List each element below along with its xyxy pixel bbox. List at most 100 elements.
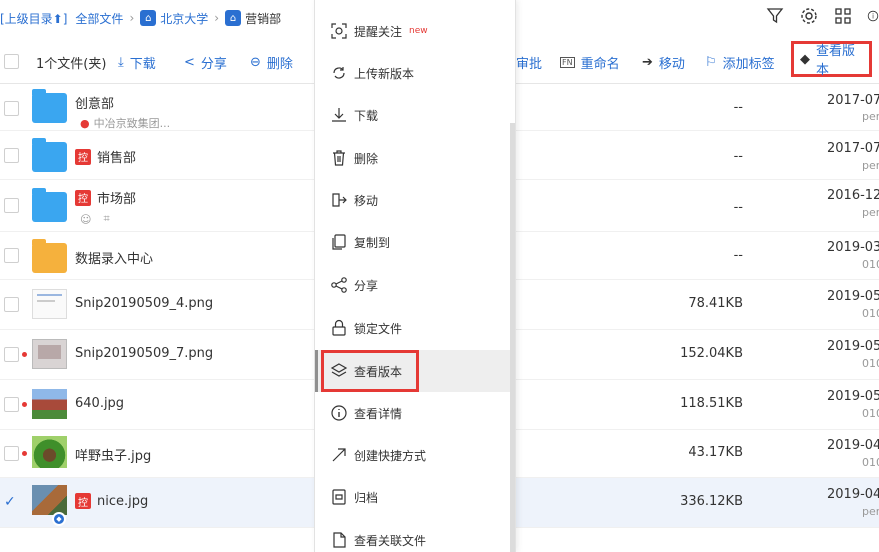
rename-button[interactable]: FN 重命名	[560, 53, 620, 72]
menu-item-download[interactable]: 下载	[315, 94, 515, 136]
row-checkbox[interactable]	[4, 397, 19, 412]
file-size: 152.04KB	[680, 346, 743, 361]
menu-item-copy-to[interactable]: 复制到	[315, 221, 515, 263]
row-checkbox[interactable]: ✓	[4, 495, 19, 510]
info-icon	[330, 404, 348, 422]
folder-icon	[32, 239, 67, 273]
file-size: 43.17KB	[688, 445, 743, 460]
share-icon	[330, 276, 348, 294]
move-icon	[330, 191, 348, 209]
context-menu: 提醒关注 new 上传新版本 下载 删除 移动 复制到 分享 锁定文件 查看版本 …	[314, 0, 516, 552]
download-button[interactable]: ⤓ 下载	[118, 53, 156, 72]
image-thumbnail	[32, 436, 67, 468]
file-name[interactable]: 数据录入中心	[75, 248, 153, 267]
row-checkbox[interactable]	[4, 148, 19, 163]
modified-date: 2019-04-	[827, 438, 879, 453]
modified-date: 2019-05-	[827, 389, 879, 404]
file-size: 78.41KB	[688, 296, 743, 311]
row-checkbox[interactable]	[4, 297, 19, 312]
grid-view-icon[interactable]	[833, 6, 853, 26]
folder-org-icon	[32, 89, 67, 123]
share-button[interactable]: < 分享	[184, 53, 227, 72]
highlight-box	[321, 350, 419, 392]
modified-by: per	[862, 206, 879, 219]
top-icons: i	[765, 6, 879, 26]
row-actions: ☺ ⌗	[80, 212, 110, 226]
row-checkbox[interactable]	[4, 198, 19, 213]
file-name[interactable]: 控市场部	[75, 188, 136, 207]
modified-by: 010	[862, 357, 879, 370]
file-size: --	[733, 200, 743, 215]
file-size: 336.12KB	[680, 494, 743, 509]
modified-by: 010	[862, 258, 879, 271]
layers-icon: ◆	[800, 51, 810, 67]
current-folder: 营销部	[245, 11, 282, 26]
linked-file-icon	[330, 531, 348, 549]
archive-icon	[330, 488, 348, 506]
minus-circle-icon: ⊖	[250, 55, 261, 70]
modified-by: 010	[862, 407, 879, 420]
approve-button[interactable]: 审批	[516, 53, 542, 72]
library-link[interactable]: 北京大学	[160, 10, 208, 27]
menu-item-linked-files[interactable]: 查看关联文件	[315, 519, 515, 552]
menu-scrollbar[interactable]	[510, 123, 515, 552]
file-name[interactable]: 控 nice.jpg	[75, 493, 148, 509]
menu-item-move[interactable]: 移动	[315, 179, 515, 221]
up-level-link[interactable]: [上级目录⬆]	[0, 10, 67, 27]
tag-icon: ⚐	[705, 55, 717, 70]
menu-item-shortcut[interactable]: 创建快捷方式	[315, 434, 515, 476]
image-thumbnail	[32, 389, 67, 419]
scan-icon[interactable]: ⌗	[103, 212, 109, 226]
filter-icon[interactable]	[765, 6, 785, 26]
gear-icon[interactable]	[799, 6, 819, 26]
menu-item-delete[interactable]: 删除	[315, 137, 515, 179]
all-files-link[interactable]: 全部文件	[75, 10, 123, 27]
version-badge-icon: ◆	[52, 512, 66, 526]
menu-item-archive[interactable]: 归档	[315, 476, 515, 518]
row-checkbox[interactable]	[4, 446, 19, 461]
file-name[interactable]: Snip20190509_7.png	[75, 346, 213, 361]
unread-dot	[22, 352, 27, 357]
select-all-checkbox[interactable]	[4, 54, 19, 69]
file-name[interactable]: 创意部	[75, 93, 114, 112]
folder-org-icon	[32, 188, 67, 222]
shortcut-arrow-icon	[330, 446, 348, 464]
row-checkbox[interactable]	[4, 248, 19, 263]
menu-item-lock[interactable]: 锁定文件	[315, 307, 515, 349]
svg-text:i: i	[872, 12, 874, 20]
upload-version-icon	[330, 64, 348, 82]
comment-icon[interactable]: ☺	[80, 213, 91, 226]
menu-item-remind[interactable]: 提醒关注 new	[315, 10, 515, 52]
add-tag-button[interactable]: ⚐ 添加标签	[705, 53, 775, 72]
modified-date: 2019-05-	[827, 289, 879, 304]
control-badge: 控	[75, 493, 91, 509]
modified-date: 2019-04-	[827, 487, 879, 502]
control-badge: 控	[75, 189, 91, 206]
modified-date: 2017-07-	[827, 93, 879, 108]
menu-item-share[interactable]: 分享	[315, 264, 515, 306]
file-size: --	[733, 248, 743, 263]
row-checkbox[interactable]	[4, 347, 19, 362]
file-name[interactable]: 咩野虫子.jpg	[75, 445, 151, 464]
modified-by: 010	[862, 456, 879, 469]
delete-button[interactable]: ⊖ 删除	[250, 53, 293, 72]
modified-date: 2017-07-	[827, 141, 879, 156]
move-button[interactable]: ➔ 移动	[642, 53, 685, 72]
library-icon: ⌂	[140, 10, 157, 26]
menu-item-upload-version[interactable]: 上传新版本	[315, 52, 515, 94]
modified-date: 2019-05-	[827, 339, 879, 354]
image-thumbnail	[32, 485, 67, 515]
selection-count: 1个文件(夹)	[36, 57, 107, 72]
file-name[interactable]: 640.jpg	[75, 396, 124, 411]
trash-icon	[330, 149, 348, 167]
row-checkbox[interactable]	[4, 101, 19, 116]
info-circle-icon[interactable]: i	[867, 6, 879, 26]
file-name[interactable]: 控销售部	[75, 147, 136, 166]
image-thumbnail	[32, 339, 67, 369]
view-version-button[interactable]: ◆ 查看版本	[791, 41, 872, 78]
download-icon	[330, 106, 348, 124]
rename-icon: FN	[560, 57, 575, 68]
file-name[interactable]: Snip20190509_4.png	[75, 296, 213, 311]
new-badge: new	[409, 26, 428, 36]
menu-item-details[interactable]: 查看详情	[315, 392, 515, 434]
